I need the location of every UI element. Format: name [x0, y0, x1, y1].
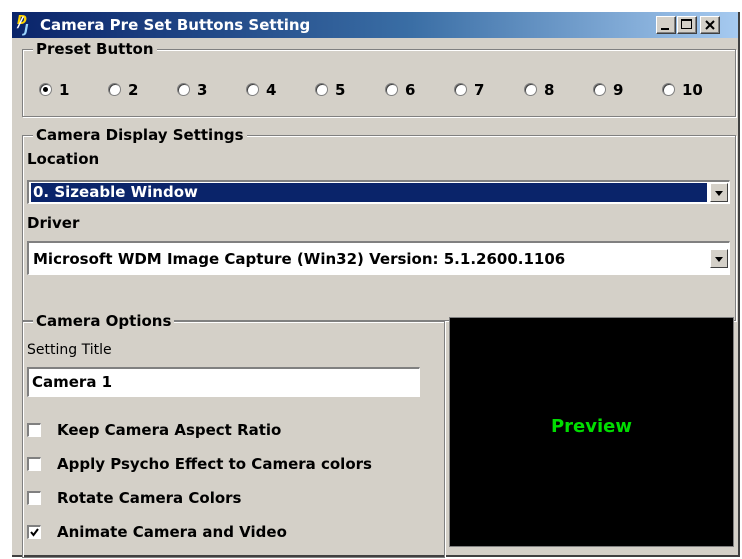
- minimize-button[interactable]: [656, 16, 676, 34]
- dialog-window: D / J Camera Pre Set Buttons Setting Prese…: [12, 12, 740, 558]
- preset-button-group: Preset Button 1 2 3 4 5 6 7 8 9 10: [22, 40, 736, 117]
- checkbox-label: Rotate Camera Colors: [57, 489, 242, 507]
- preview-panel: Preview: [449, 317, 734, 547]
- driver-select-value: Microsoft WDM Image Capture (Win32) Vers…: [33, 250, 566, 268]
- preset-button-legend: Preset Button: [33, 40, 157, 58]
- driver-select[interactable]: Microsoft WDM Image Capture (Win32) Vers…: [27, 241, 730, 275]
- preset-radio-label: 1: [59, 81, 70, 99]
- checkbox-label: Apply Psycho Effect to Camera colors: [57, 455, 372, 473]
- preset-radio-row: 1 2 3 4 5 6 7 8 9 10: [39, 80, 729, 100]
- checkbox-box[interactable]: [27, 525, 41, 539]
- app-icon: D / J: [17, 13, 29, 36]
- checkbox-label: Animate Camera and Video: [57, 523, 287, 541]
- driver-dropdown-button[interactable]: [710, 249, 728, 268]
- close-button[interactable]: [700, 16, 720, 34]
- checkbox-box[interactable]: [27, 457, 41, 471]
- preset-radio-label: 8: [544, 81, 555, 99]
- preset-radio-label: 5: [335, 81, 346, 99]
- window-title: Camera Pre Set Buttons Setting: [40, 16, 311, 34]
- preset-radio-label: 3: [197, 81, 208, 99]
- maximize-button[interactable]: [677, 16, 697, 34]
- location-select-value: 0. Sizeable Window: [31, 183, 707, 202]
- checkbox-box[interactable]: [27, 423, 41, 437]
- checkbox-box[interactable]: [27, 491, 41, 505]
- preset-radio-label: 9: [613, 81, 624, 99]
- radio-circle-icon: [246, 83, 259, 96]
- radio-circle-icon: [385, 83, 398, 96]
- camera-display-settings-group: Camera Display Settings Location 0. Size…: [22, 126, 736, 321]
- radio-circle-icon: [39, 83, 52, 96]
- preset-radio-label: 4: [266, 81, 277, 99]
- location-select[interactable]: 0. Sizeable Window: [27, 180, 730, 204]
- driver-label: Driver: [27, 214, 80, 232]
- radio-circle-icon: [108, 83, 121, 96]
- checkbox-label: Keep Camera Aspect Ratio: [57, 421, 282, 439]
- preset-radio-label: 10: [682, 81, 703, 99]
- camera-options-group: Camera Options Setting Title Camera 1 Ke…: [22, 312, 445, 558]
- radio-circle-icon: [524, 83, 537, 96]
- setting-title-label: Setting Title: [27, 342, 112, 358]
- preset-radio-label: 7: [474, 81, 485, 99]
- checkmark-icon: [30, 528, 39, 537]
- preview-label: Preview: [550, 416, 633, 437]
- location-dropdown-button[interactable]: [710, 183, 728, 202]
- camera-options-legend: Camera Options: [33, 312, 175, 330]
- preset-radio-label: 6: [405, 81, 416, 99]
- title-bar[interactable]: D / J Camera Pre Set Buttons Setting: [12, 12, 738, 38]
- radio-circle-icon: [315, 83, 328, 96]
- setting-title-input[interactable]: Camera 1: [27, 367, 420, 397]
- radio-circle-icon: [454, 83, 467, 96]
- location-label: Location: [27, 150, 100, 168]
- close-icon: [705, 20, 715, 30]
- radio-circle-icon: [593, 83, 606, 96]
- radio-circle-icon: [662, 83, 675, 96]
- radio-circle-icon: [177, 83, 190, 96]
- camera-display-settings-legend: Camera Display Settings: [33, 126, 247, 144]
- preset-radio-label: 2: [128, 81, 139, 99]
